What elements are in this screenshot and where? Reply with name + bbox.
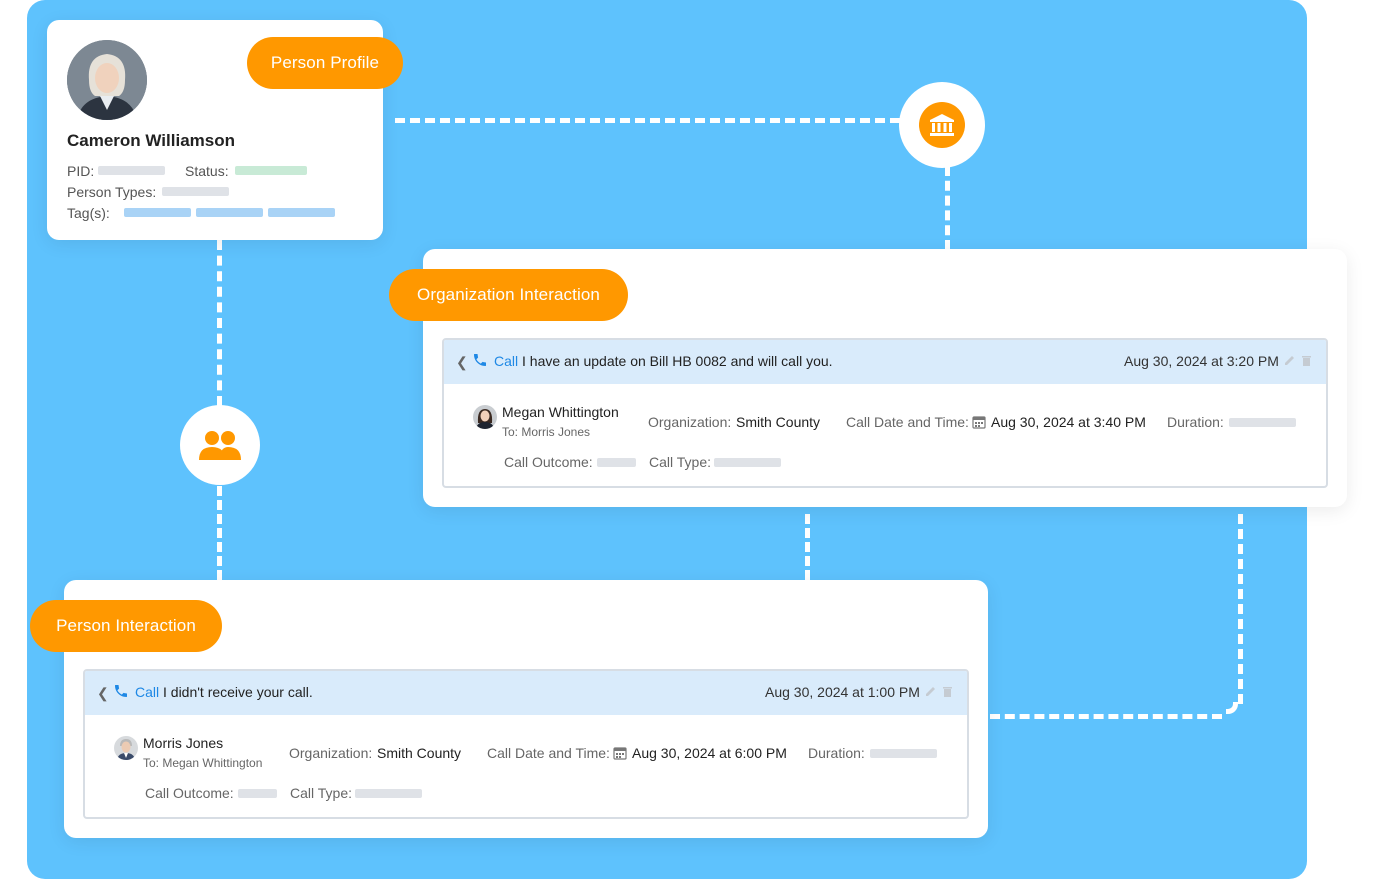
connector-right-down — [1238, 514, 1243, 704]
status-value — [235, 166, 307, 175]
trash-icon[interactable] — [1301, 354, 1312, 366]
interaction-type-link[interactable]: Call — [135, 684, 159, 700]
duration-value — [870, 749, 937, 758]
people-icon — [199, 431, 241, 460]
calendar-icon — [972, 416, 986, 429]
connector-profile-to-org — [395, 118, 900, 123]
connector-org-card-down — [805, 514, 810, 580]
tag-chip — [124, 208, 191, 217]
person-interaction-badge: Person Interaction — [30, 600, 222, 652]
avatar — [114, 736, 138, 760]
chevron-left-icon[interactable]: ❮ — [97, 685, 109, 702]
call-datetime-value: Aug 30, 2024 at 3:40 PM — [991, 414, 1146, 430]
person-name: Cameron Williamson — [67, 131, 235, 150]
tag-chip — [268, 208, 335, 217]
interaction-header[interactable]: ❮ Call I have an update on Bill HB 0082 … — [444, 340, 1326, 384]
pencil-icon[interactable] — [1284, 354, 1296, 366]
interaction-logged-at: Aug 30, 2024 at 3:20 PM — [1124, 353, 1279, 369]
call-type-label: Call Type: — [290, 785, 352, 801]
person-profile-badge: Person Profile — [247, 37, 403, 89]
interaction-type-link[interactable]: Call — [494, 353, 518, 369]
chevron-left-icon[interactable]: ❮ — [456, 354, 468, 371]
person-node[interactable] — [180, 405, 260, 485]
bank-icon — [930, 114, 954, 136]
caller-name: Megan Whittington — [502, 404, 619, 420]
organization-value: Smith County — [736, 414, 821, 430]
interaction-item[interactable]: ❮ Call I have an update on Bill HB 0082 … — [442, 338, 1328, 488]
trash-icon[interactable] — [942, 685, 953, 697]
pencil-icon[interactable] — [925, 685, 937, 697]
pid-label: PID: — [67, 163, 95, 179]
call-outcome-value — [597, 458, 636, 467]
duration-label: Duration: — [808, 745, 865, 761]
connector-org-down — [945, 166, 950, 250]
call-datetime-label: Call Date and Time: — [487, 745, 610, 761]
call-datetime-label: Call Date and Time: — [846, 414, 969, 430]
calendar-icon — [613, 747, 627, 760]
interaction-subject: I didn't receive your call. — [163, 684, 313, 700]
phone-icon — [474, 354, 486, 366]
organization-label: Organization: — [289, 745, 373, 761]
interaction-item[interactable]: ❮ Call I didn't receive your call. Aug 3… — [83, 669, 969, 819]
connector-profile-down — [217, 240, 222, 406]
tag-chip — [196, 208, 263, 217]
call-datetime-value: Aug 30, 2024 at 6:00 PM — [632, 745, 787, 761]
call-type-value — [355, 789, 422, 798]
connector-person-down — [217, 486, 222, 580]
phone-icon — [115, 685, 127, 697]
organization-interaction-badge: Organization Interaction — [389, 269, 628, 321]
call-type-value — [714, 458, 781, 467]
call-outcome-label: Call Outcome: — [504, 454, 593, 470]
interaction-logged-at: Aug 30, 2024 at 1:00 PM — [765, 684, 920, 700]
pid-value — [98, 166, 165, 175]
status-label: Status: — [185, 163, 229, 179]
call-type-label: Call Type: — [649, 454, 711, 470]
call-outcome-label: Call Outcome: — [145, 785, 234, 801]
duration-label: Duration: — [1167, 414, 1224, 430]
call-outcome-value — [238, 789, 277, 798]
caller-name: Morris Jones — [143, 735, 224, 751]
connector-right-to-person — [990, 714, 1222, 719]
organization-node[interactable] — [899, 82, 985, 168]
person-types-value — [162, 187, 229, 196]
duration-value — [1229, 418, 1296, 427]
organization-label: Organization: — [648, 414, 732, 430]
organization-value: Smith County — [377, 745, 462, 761]
interaction-header[interactable]: ❮ Call I didn't receive your call. Aug 3… — [85, 671, 967, 715]
interaction-subject: I have an update on Bill HB 0082 and wil… — [522, 353, 833, 369]
avatar — [67, 40, 147, 120]
avatar — [473, 405, 497, 429]
recipient: To: Morris Jones — [502, 425, 591, 439]
tags-label: Tag(s): — [67, 205, 110, 221]
person-types-label: Person Types: — [67, 184, 157, 200]
recipient: To: Megan Whittington — [143, 756, 263, 770]
